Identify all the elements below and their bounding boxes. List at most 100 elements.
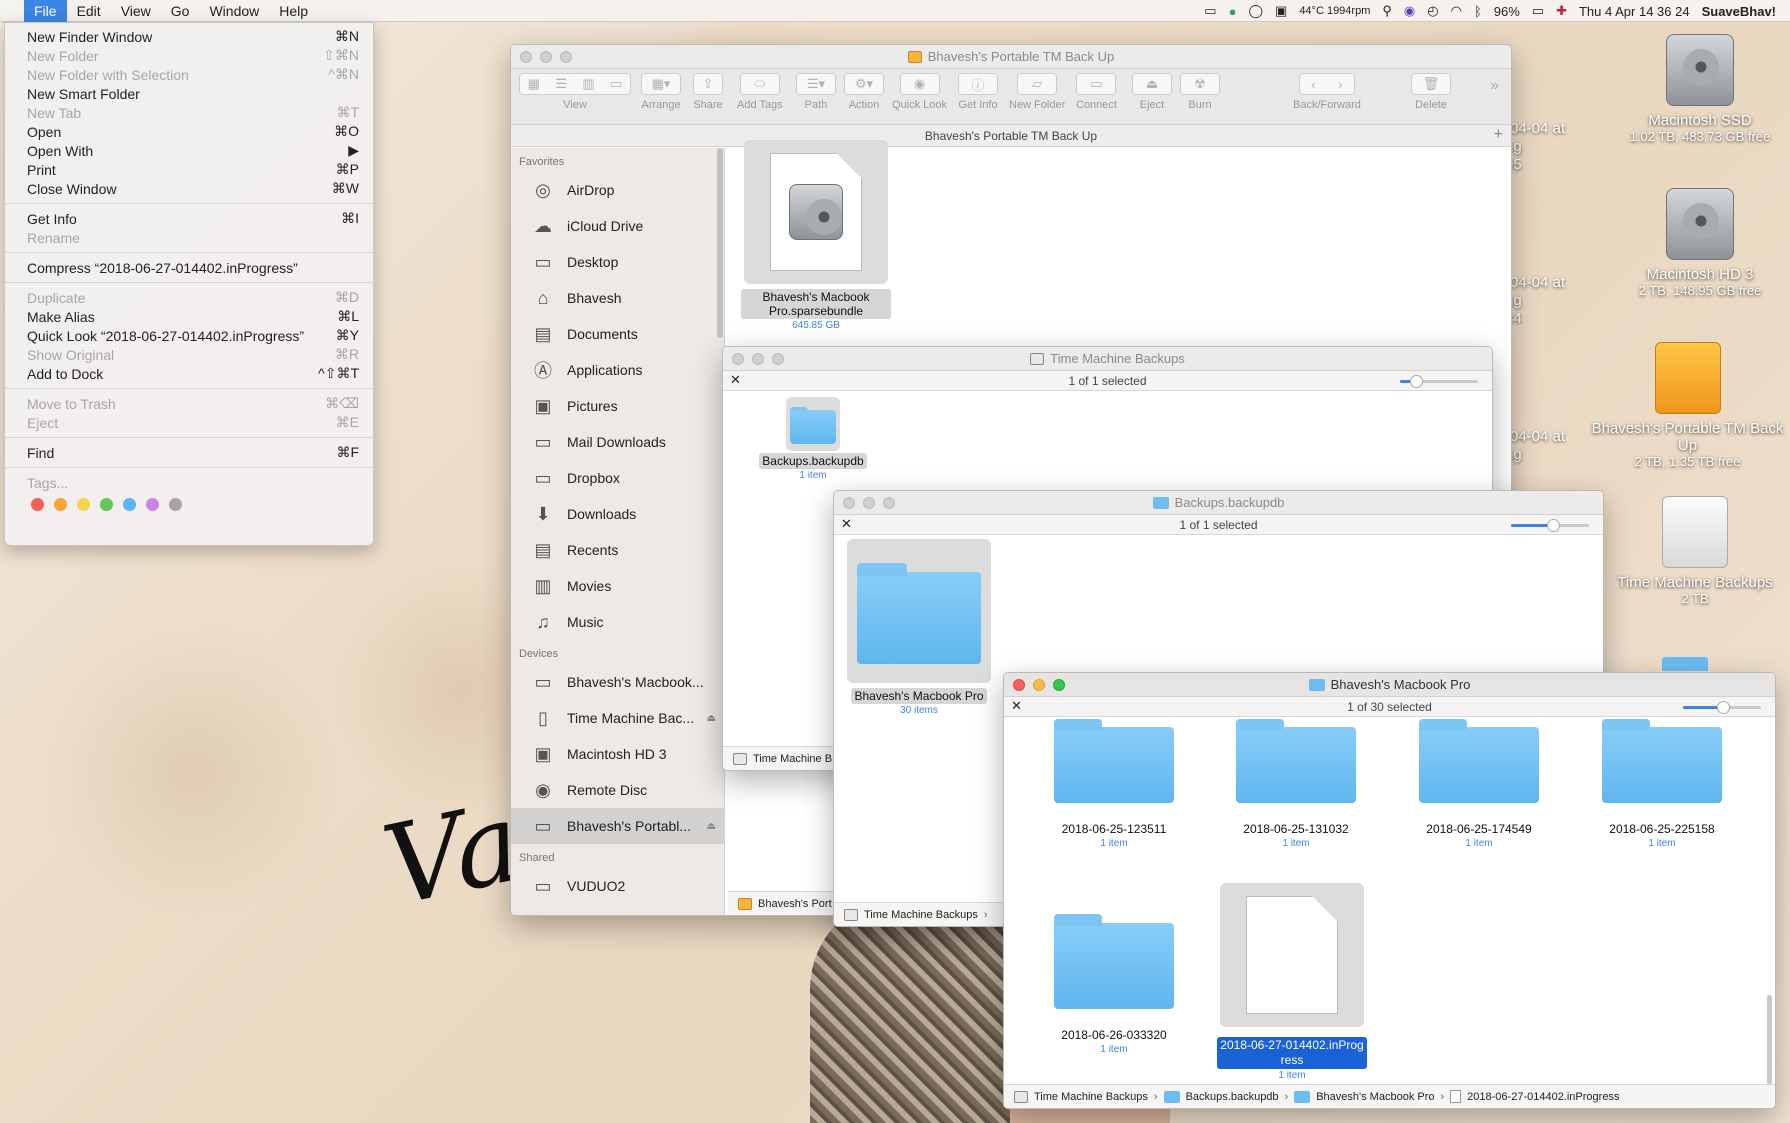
vertical-scrollbar[interactable]: [1767, 995, 1772, 1085]
close-icon[interactable]: ✕: [730, 372, 741, 388]
tag-color-dot-icon[interactable]: [100, 498, 113, 511]
sidebar-item-pictures[interactable]: ▣ Pictures: [511, 388, 724, 424]
menu-edit[interactable]: Edit: [67, 0, 111, 22]
folder-snapshot[interactable]: 2018-06-26-033320 1 item: [1034, 905, 1194, 1055]
sidebar-item-macbook[interactable]: ▭ Bhavesh's Macbook...: [511, 664, 724, 700]
menu-item-tags[interactable]: Tags...: [5, 473, 373, 492]
sidebar-item-applications[interactable]: Ⓐ Applications: [511, 352, 724, 388]
menu-item-add-to-dock[interactable]: Add to Dock ^⇧⌘T: [5, 364, 373, 383]
file-sparsebundle[interactable]: Bhavesh's Macbook Pro.sparsebundle 645.8…: [741, 140, 891, 331]
traffic-lights[interactable]: [732, 353, 784, 365]
menu-item-close-window[interactable]: Close Window ⌘W: [5, 179, 373, 198]
path-segment[interactable]: Time Machine Backups: [864, 909, 978, 921]
eject-icon[interactable]: ⏏: [707, 821, 716, 832]
sidebar-item-music[interactable]: ♫ Music: [511, 604, 724, 640]
sidebar-item-recents[interactable]: ▤ Recents: [511, 532, 724, 568]
view-control[interactable]: ▦ ☰ ▥ ▭ View: [519, 73, 631, 111]
new-folder-button[interactable]: ▱ New Folder: [1009, 73, 1065, 111]
sidebar-item-mail-downloads[interactable]: ▭ Mail Downloads: [511, 424, 724, 460]
temperature-readout[interactable]: 44°C 1994rpm: [1299, 5, 1370, 17]
path-segment[interactable]: Bhavesh's Macbook Pro: [1316, 1091, 1434, 1103]
eject-button[interactable]: ⏏ Eject: [1132, 73, 1172, 111]
new-tab-button[interactable]: +: [1494, 126, 1503, 144]
connect-button[interactable]: ▭ Connect: [1076, 73, 1117, 111]
sidebar-item-icloud[interactable]: ☁ iCloud Drive: [511, 208, 724, 244]
sync-icon[interactable]: ●: [1229, 4, 1237, 19]
toolbar-overflow-icon[interactable]: »: [1490, 77, 1499, 95]
window-titlebar[interactable]: Bhavesh's Portable TM Back Up: [511, 45, 1511, 69]
menu-help[interactable]: Help: [269, 0, 318, 22]
folder-snapshot[interactable]: 2018-06-25-123511 1 item: [1034, 717, 1194, 849]
spotlight-search-icon[interactable]: ⚲: [1382, 3, 1392, 19]
sidebar-item-remote-disc[interactable]: ◉ Remote Disc: [511, 772, 724, 808]
sidebar-item-vuduo2[interactable]: ▭ VUDUO2: [511, 868, 724, 904]
zoom-button[interactable]: [883, 497, 895, 509]
screen-mirroring-icon[interactable]: ▭: [1204, 3, 1216, 19]
menu-item-print[interactable]: Print ⌘P: [5, 160, 373, 179]
traffic-lights[interactable]: [1013, 679, 1065, 691]
get-info-button[interactable]: ⓘ Get Info: [958, 73, 998, 111]
menu-item-open[interactable]: Open ⌘O: [5, 122, 373, 141]
close-button[interactable]: [843, 497, 855, 509]
siri-icon[interactable]: ◉: [1404, 3, 1415, 19]
path-segment[interactable]: 2018-06-27-014402.inProgress: [1467, 1091, 1619, 1103]
menu-item-new-finder-window[interactable]: New Finder Window ⌘N: [5, 27, 373, 46]
finder-window-macbook-pro[interactable]: Bhavesh's Macbook Pro ✕ 1 of 30 selected…: [1003, 672, 1776, 1109]
sidebar-item-documents[interactable]: ▤ Documents: [511, 316, 724, 352]
sidebar-item-movies[interactable]: ▥ Movies: [511, 568, 724, 604]
icon-size-slider[interactable]: [1400, 375, 1478, 388]
menu-item-new-smart-folder[interactable]: New Smart Folder: [5, 84, 373, 103]
menu-item-get-info[interactable]: Get Info ⌘I: [5, 209, 373, 228]
minimize-button[interactable]: [540, 51, 552, 63]
zoom-button[interactable]: [772, 353, 784, 365]
close-icon[interactable]: ✕: [1011, 698, 1022, 714]
eject-icon[interactable]: ⏏: [707, 713, 716, 724]
slider-knob[interactable]: [1410, 375, 1423, 388]
zoom-button[interactable]: [560, 51, 572, 63]
quick-look-button[interactable]: ◉ Quick Look: [892, 73, 947, 111]
menu-view[interactable]: View: [111, 0, 161, 22]
slider-knob[interactable]: [1717, 701, 1730, 714]
menu-window[interactable]: Window: [199, 0, 269, 22]
delete-button[interactable]: 🗑 Delete: [1411, 73, 1451, 111]
sidebar-item-portable-tm[interactable]: ▭ Bhavesh's Portabl... ⏏: [511, 808, 724, 844]
menu-item-find[interactable]: Find ⌘F: [5, 443, 373, 462]
menu-item-make-alias[interactable]: Make Alias ⌘L: [5, 307, 373, 326]
minimize-button[interactable]: [752, 353, 764, 365]
add-tags-button[interactable]: ⬭ Add Tags: [737, 73, 783, 111]
share-button[interactable]: ⇪ Share: [693, 73, 723, 111]
menu-item-open-with[interactable]: Open With ▶: [5, 141, 373, 160]
folder-snapshot[interactable]: 2018-06-25-174549 1 item: [1399, 717, 1559, 849]
slider-knob[interactable]: [1547, 519, 1560, 532]
sidebar-item-time-machine[interactable]: ▯ Time Machine Bac... ⏏: [511, 700, 724, 736]
tag-color-dot-icon[interactable]: [54, 498, 67, 511]
minimize-button[interactable]: [863, 497, 875, 509]
desktop-icon-macintosh-ssd[interactable]: Macintosh SSD 1.02 TB, 483.73 GB free: [1615, 34, 1785, 144]
action-button[interactable]: ⚙▾ Action: [844, 73, 884, 111]
icon-size-slider[interactable]: [1683, 701, 1761, 714]
desktop-icon-portable-tm[interactable]: Bhavesh's Portable TM Back Up 2 TB, 1.35…: [1585, 342, 1790, 469]
sidebar-item-home[interactable]: ⌂ Bhavesh: [511, 280, 724, 316]
tag-color-dot-icon[interactable]: [77, 498, 90, 511]
close-button[interactable]: [1013, 679, 1025, 691]
path-segment[interactable]: Time Machine B: [753, 753, 832, 765]
wifi-icon[interactable]: ◠: [1451, 3, 1462, 19]
uk-flag-icon[interactable]: ✚: [1556, 3, 1567, 19]
time-machine-icon[interactable]: ◴: [1427, 3, 1438, 19]
tag-color-dot-icon[interactable]: [123, 498, 136, 511]
sidebar-item-airdrop[interactable]: ◎ AirDrop: [511, 172, 724, 208]
burn-button[interactable]: ☢ Burn: [1180, 73, 1220, 111]
sidebar-item-macintosh-hd3[interactable]: ▣ Macintosh HD 3: [511, 736, 724, 772]
file-inprogress-selected[interactable]: 2018-06-27-014402.inProg ress 1 item: [1204, 883, 1380, 1081]
folder-backupdb[interactable]: Backups.backupdb 1 item: [753, 397, 873, 481]
back-forward-control[interactable]: ‹ › Back/Forward: [1293, 73, 1361, 111]
sidebar-item-downloads[interactable]: ⬇ Downloads: [511, 496, 724, 532]
minimize-button[interactable]: [1033, 679, 1045, 691]
path-segment[interactable]: Bhavesh's Port: [758, 898, 832, 910]
display-icon[interactable]: ▣: [1275, 3, 1287, 19]
path-segment[interactable]: Time Machine Backups: [1034, 1091, 1148, 1103]
folder-snapshot[interactable]: 2018-06-25-225158 1 item: [1582, 717, 1742, 849]
window-titlebar[interactable]: Time Machine Backups: [723, 347, 1492, 371]
desktop-folder-icon[interactable]: [1662, 657, 1708, 671]
close-button[interactable]: [520, 51, 532, 63]
